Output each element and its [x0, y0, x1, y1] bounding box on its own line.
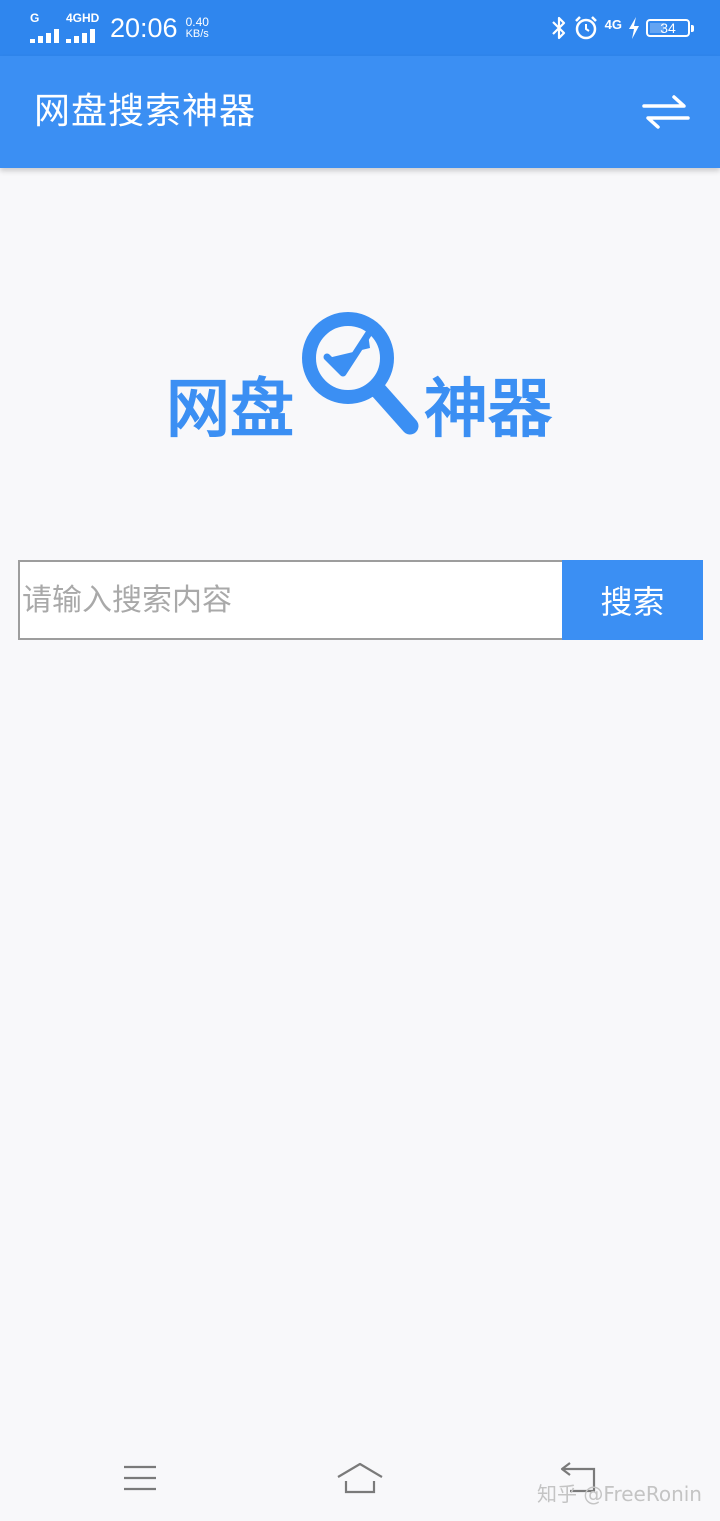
- net-speed: 0.40 KB/s: [186, 16, 209, 40]
- sim1-signal: G: [30, 11, 62, 43]
- status-bar-right: 4G 34: [545, 12, 694, 44]
- app-title: 网盘搜索神器: [34, 91, 257, 132]
- sim2-signal: 4GHD: [66, 11, 100, 43]
- app-logo: 网盘 神器: [160, 310, 560, 450]
- logo-text-right: 神器: [424, 373, 552, 447]
- search-input[interactable]: [18, 560, 562, 640]
- search-button[interactable]: 搜索: [562, 560, 703, 640]
- home-icon: [337, 1462, 383, 1494]
- swap-arrows-icon: [642, 95, 690, 129]
- battery-level: 34: [660, 20, 676, 36]
- charging-icon: [629, 17, 639, 39]
- magnifier-check-icon: [302, 312, 419, 435]
- net-speed-unit: KB/s: [185, 28, 209, 40]
- alarm-icon: [574, 16, 597, 40]
- search-bar: 搜索: [18, 560, 703, 640]
- status-bar-left: G 4GHD 20:06 0.40 KB/s: [30, 11, 209, 44]
- network-type: 4G: [604, 16, 622, 32]
- logo-text-left: 网盘: [166, 373, 294, 447]
- net-speed-value: 0.40: [185, 15, 209, 29]
- signal-bars-icon: [66, 29, 95, 43]
- battery-icon: 34: [646, 19, 694, 37]
- signal-bars-icon: [30, 29, 59, 43]
- bluetooth-icon: [551, 16, 565, 40]
- navigation-bar: [0, 1430, 720, 1521]
- app-bar: 网盘搜索神器: [0, 56, 720, 168]
- sim1-label: G: [30, 11, 40, 25]
- menu-icon: [124, 1465, 156, 1491]
- watermark: 知乎 @FreeRonin: [537, 1482, 702, 1506]
- status-bar: G 4GHD 20:06 0.40 KB/s 4G 34: [0, 0, 720, 56]
- nav-menu-button[interactable]: [110, 1456, 170, 1500]
- nav-home-button[interactable]: [330, 1456, 390, 1500]
- swap-button[interactable]: [638, 88, 694, 136]
- sim2-label: 4GHD: [66, 11, 100, 25]
- status-time: 20:06: [110, 12, 178, 43]
